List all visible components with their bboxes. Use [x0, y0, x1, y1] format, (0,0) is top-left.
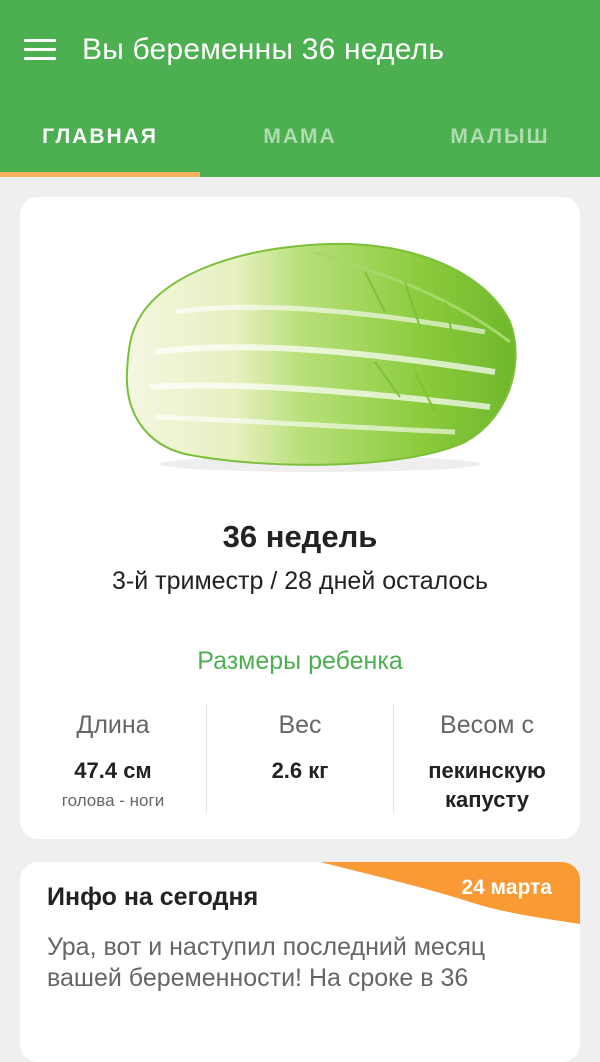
info-card[interactable]: 24 марта Инфо на сегодня Ура, вот и наст… [20, 862, 580, 1062]
stat-value: 47.4 см [74, 758, 152, 783]
week-subtitle: 3-й триместр / 28 дней осталось [112, 567, 488, 595]
stat-size-comparison: Весом с пекинскую капусту [393, 705, 580, 813]
info-date: 24 марта [461, 876, 552, 899]
stat-weight: Вес 2.6 кг [206, 705, 393, 813]
stat-label: Длина [76, 711, 150, 739]
baby-sizes-title: Размеры ребенка [197, 647, 403, 675]
app-bar: Вы беременны 36 недель ГЛАВНАЯ МАМА МАЛЫ… [0, 0, 600, 177]
page-title: Вы беременны 36 недель [82, 33, 445, 66]
tab-bar: ГЛАВНАЯ МАМА МАЛЫШ [0, 100, 600, 177]
week-card: 36 недель 3-й триместр / 28 дней осталос… [20, 197, 580, 839]
baby-stats: Длина 47.4 см голова - ноги Вес 2.6 кг В… [20, 705, 580, 813]
stat-note: голова - ноги [61, 791, 165, 810]
hamburger-menu-icon[interactable] [24, 39, 56, 61]
toolbar: Вы беременны 36 недель [0, 0, 600, 100]
stat-value: пекинскую капусту [428, 758, 546, 812]
tab-main[interactable]: ГЛАВНАЯ [0, 100, 200, 177]
stat-label: Вес [278, 711, 322, 739]
tab-baby[interactable]: МАЛЫШ [400, 100, 600, 177]
info-text: Ура, вот и наступил последний месяц ваше… [47, 933, 486, 992]
info-title: Инфо на сегодня [47, 883, 259, 911]
stat-label: Весом с [440, 711, 534, 739]
stat-value: 2.6 кг [271, 758, 329, 783]
tab-mom[interactable]: МАМА [200, 100, 400, 177]
week-title: 36 недель [222, 519, 378, 554]
napa-cabbage-image [115, 232, 525, 477]
stat-length: Длина 47.4 см голова - ноги [20, 705, 206, 813]
